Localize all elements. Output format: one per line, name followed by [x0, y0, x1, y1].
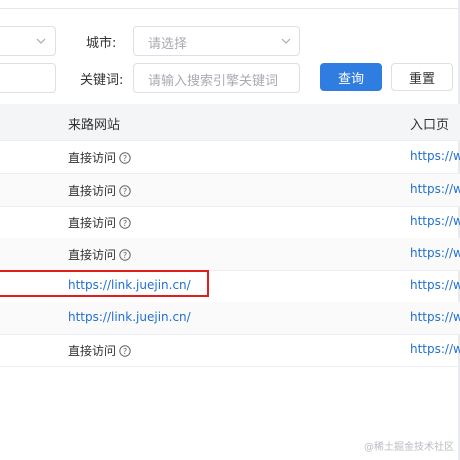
reset-button[interactable]: 重置 — [391, 63, 453, 91]
city-select-placeholder: 请选择 — [148, 37, 188, 52]
left-input[interactable] — [0, 63, 56, 93]
help-icon[interactable]: ? — [119, 216, 131, 229]
watermark: @稀土掘金技术社区 — [364, 442, 454, 453]
source-text: 直接访问 — [68, 248, 117, 262]
entry-link[interactable]: https://wv — [410, 278, 460, 292]
chevron-down-icon — [36, 38, 46, 44]
svg-text:?: ? — [123, 187, 127, 196]
chevron-down-icon — [281, 38, 291, 44]
source-cell: 直接访问 ? — [68, 342, 131, 359]
entry-link[interactable]: https://wv — [410, 214, 460, 228]
table-row: 直接访问 ? https://wv — [0, 206, 460, 239]
help-icon[interactable]: ? — [119, 151, 131, 164]
table-row: 直接访问 ? https://wv — [0, 141, 460, 174]
svg-text:?: ? — [123, 219, 127, 228]
keyword-input[interactable]: 请输入搜索引擎关键词 — [133, 63, 300, 93]
entry-link[interactable]: https://wv — [410, 342, 460, 356]
search-button[interactable]: 查询 — [320, 63, 382, 91]
column-header-source: 来路网站 — [68, 118, 121, 133]
source-text: 直接访问 — [68, 344, 117, 358]
table-header: 来路网站 入口页 — [0, 104, 460, 141]
city-label: 城市: — [86, 36, 117, 51]
source-text: 直接访问 — [68, 216, 117, 230]
help-icon[interactable]: ? — [119, 248, 131, 261]
source-cell: 直接访问 ? — [68, 182, 131, 199]
svg-text:?: ? — [123, 154, 127, 163]
source-text: 直接访问 — [68, 184, 117, 198]
source-cell: 直接访问 ? — [68, 214, 131, 231]
help-icon[interactable]: ? — [119, 184, 131, 197]
table-row: 直接访问 ? https://wv — [0, 334, 460, 367]
source-cell: 直接访问 ? — [68, 246, 131, 263]
entry-link[interactable]: https://wv — [410, 182, 460, 196]
table-row: 直接访问 ? https://wv — [0, 174, 460, 207]
help-icon[interactable]: ? — [119, 344, 131, 357]
highlight-box — [0, 270, 209, 297]
column-header-entry: 入口页 — [410, 118, 450, 133]
entry-link[interactable]: https://wv — [410, 246, 460, 260]
keyword-label: 关键词: — [80, 73, 124, 88]
svg-text:?: ? — [123, 347, 127, 356]
city-select[interactable]: 请选择 — [133, 26, 300, 56]
table-row: 直接访问 ? https://wv — [0, 238, 460, 271]
source-text: 直接访问 — [68, 151, 117, 165]
source-cell: 直接访问 ? — [68, 149, 131, 166]
svg-text:?: ? — [123, 251, 127, 260]
table-row: https://link.juejin.cn/ https://wv — [0, 302, 460, 335]
keyword-input-placeholder: 请输入搜索引擎关键词 — [148, 74, 279, 89]
entry-link[interactable]: https://wv — [410, 149, 460, 163]
left-select[interactable] — [0, 26, 56, 56]
entry-link[interactable]: https://wv — [410, 310, 460, 324]
source-link[interactable]: https://link.juejin.cn/ — [68, 310, 191, 324]
top-strip — [0, 0, 460, 9]
